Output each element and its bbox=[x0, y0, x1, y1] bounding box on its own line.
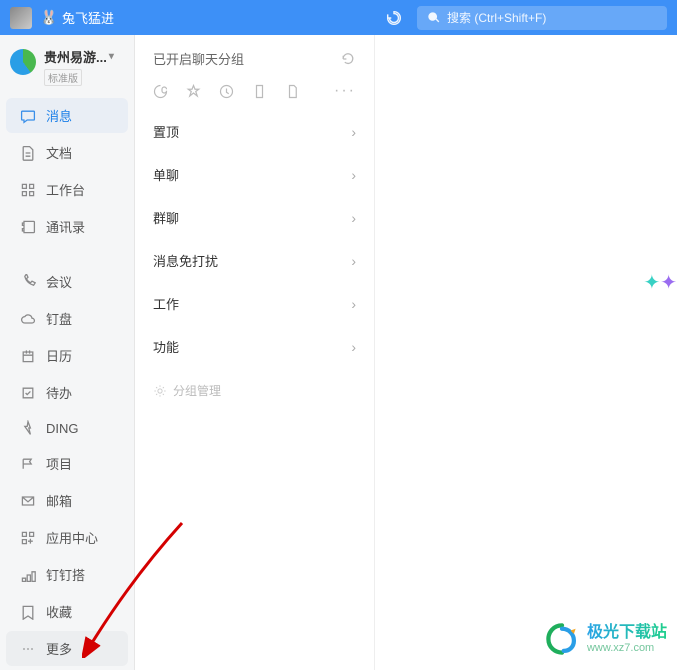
message-icon bbox=[20, 108, 36, 124]
cloud-icon bbox=[20, 311, 36, 327]
sidebar-item-label: 文档 bbox=[46, 143, 72, 162]
sidebar-item-label: 工作台 bbox=[46, 180, 85, 199]
mobile-icon[interactable] bbox=[252, 84, 267, 99]
watermark-url: www.xz7.com bbox=[587, 642, 667, 655]
group-manage-label: 分组管理 bbox=[173, 382, 221, 399]
fav-icon bbox=[20, 604, 36, 620]
category-item[interactable]: 功能 › bbox=[135, 325, 374, 368]
sidebar-item-label: 待办 bbox=[46, 383, 72, 402]
sidebar-item-cloud[interactable]: 钉盘 bbox=[6, 301, 128, 336]
grid-icon bbox=[20, 182, 36, 198]
chevron-right-icon: › bbox=[351, 124, 356, 140]
category-label: 消息免打扰 bbox=[153, 251, 218, 270]
build-icon bbox=[20, 567, 36, 583]
category-item[interactable]: 消息免打扰 › bbox=[135, 239, 374, 282]
category-label: 置顶 bbox=[153, 122, 179, 141]
ding-icon bbox=[20, 420, 36, 436]
mail-icon bbox=[20, 493, 36, 509]
apps-icon bbox=[20, 530, 36, 546]
sidebar-item-contacts[interactable]: 通讯录 bbox=[6, 209, 128, 244]
sidebar-item-message[interactable]: 消息 bbox=[6, 98, 128, 133]
sparkle-icon: ✦✦ bbox=[643, 270, 677, 295]
sidebar-item-apps[interactable]: 应用中心 bbox=[6, 520, 128, 555]
sidebar-item-doc[interactable]: 文档 bbox=[6, 135, 128, 170]
category-label: 单聊 bbox=[153, 165, 179, 184]
sidebar-item-label: 会议 bbox=[46, 272, 72, 291]
category-item[interactable]: 置顶 › bbox=[135, 110, 374, 153]
titlebar: 🐰 兔飞猛进 搜索 (Ctrl+Shift+F) bbox=[0, 0, 677, 35]
chat-group-panel: 已开启聊天分组 ··· 置顶 › 单聊 › 群聊 › 消息免打扰 › 工作 › 功能 › 分组管理 bbox=[135, 35, 375, 670]
chevron-down-icon: ▾ bbox=[109, 51, 114, 62]
sidebar: 贵州易游... ▾ 标准版 消息文档工作台通讯录 会议钉盘日历待办 DING 项目邮… bbox=[0, 35, 135, 670]
doc-icon bbox=[20, 145, 36, 161]
window-title: 兔飞猛进 bbox=[62, 8, 114, 27]
history-icon[interactable] bbox=[385, 9, 403, 27]
at-icon[interactable] bbox=[153, 84, 168, 99]
sidebar-item-label: 收藏 bbox=[46, 602, 72, 621]
category-label: 工作 bbox=[153, 294, 179, 313]
search-icon bbox=[427, 11, 441, 25]
watermark-logo-icon bbox=[545, 622, 579, 656]
watermark: 极光下载站 www.xz7.com bbox=[545, 622, 667, 656]
sidebar-item-phone[interactable]: 会议 bbox=[6, 264, 128, 299]
project-icon bbox=[20, 456, 36, 472]
sidebar-item-more[interactable]: 更多 bbox=[6, 631, 128, 666]
sidebar-item-project[interactable]: 项目 bbox=[6, 446, 128, 481]
avatar[interactable] bbox=[10, 7, 32, 29]
org-name: 贵州易游... bbox=[44, 47, 107, 66]
chevron-right-icon: › bbox=[351, 167, 356, 183]
star-icon[interactable] bbox=[186, 84, 201, 99]
sidebar-item-label: 邮箱 bbox=[46, 491, 72, 510]
sidebar-item-grid[interactable]: 工作台 bbox=[6, 172, 128, 207]
sidebar-item-label: 消息 bbox=[46, 106, 72, 125]
sidebar-item-label: 通讯录 bbox=[46, 217, 85, 236]
sidebar-item-label: 日历 bbox=[46, 346, 72, 365]
sidebar-item-build[interactable]: 钉钉搭 bbox=[6, 557, 128, 592]
chevron-right-icon: › bbox=[351, 210, 356, 226]
sidebar-item-label: DING bbox=[46, 421, 79, 436]
category-item[interactable]: 工作 › bbox=[135, 282, 374, 325]
rabbit-icon: 🐰 bbox=[40, 9, 58, 27]
category-item[interactable]: 群聊 › bbox=[135, 196, 374, 239]
sidebar-item-fav[interactable]: 收藏 bbox=[6, 594, 128, 629]
category-label: 功能 bbox=[153, 337, 179, 356]
calendar-icon bbox=[20, 348, 36, 364]
category-label: 群聊 bbox=[153, 208, 179, 227]
sidebar-item-mail[interactable]: 邮箱 bbox=[6, 483, 128, 518]
chevron-right-icon: › bbox=[351, 253, 356, 269]
clock-icon[interactable] bbox=[219, 84, 234, 99]
search-placeholder: 搜索 (Ctrl+Shift+F) bbox=[447, 9, 546, 26]
watermark-name: 极光下载站 bbox=[587, 623, 667, 642]
group-manage-button[interactable]: 分组管理 bbox=[135, 368, 374, 413]
panel-header: 已开启聊天分组 bbox=[153, 49, 244, 68]
category-item[interactable]: 单聊 › bbox=[135, 153, 374, 196]
gear-icon bbox=[153, 384, 167, 398]
sidebar-item-label: 更多 bbox=[46, 639, 72, 658]
todo-icon bbox=[20, 385, 36, 401]
chevron-right-icon: › bbox=[351, 296, 356, 312]
org-selector[interactable]: 贵州易游... ▾ 标准版 bbox=[0, 43, 134, 97]
sidebar-item-label: 钉盘 bbox=[46, 309, 72, 328]
sidebar-item-label: 项目 bbox=[46, 454, 72, 473]
sidebar-item-calendar[interactable]: 日历 bbox=[6, 338, 128, 373]
more-icon bbox=[20, 641, 36, 657]
phone-icon bbox=[20, 274, 36, 290]
contacts-icon bbox=[20, 219, 36, 235]
sidebar-item-todo[interactable]: 待办 bbox=[6, 375, 128, 410]
org-badge: 标准版 bbox=[44, 69, 82, 86]
content-area: ✦✦ bbox=[375, 35, 677, 670]
sidebar-item-label: 钉钉搭 bbox=[46, 565, 85, 584]
filter-row: ··· bbox=[135, 78, 374, 110]
sidebar-item-label: 应用中心 bbox=[46, 528, 98, 547]
chevron-right-icon: › bbox=[351, 339, 356, 355]
search-input[interactable]: 搜索 (Ctrl+Shift+F) bbox=[417, 6, 667, 30]
refresh-icon[interactable] bbox=[340, 51, 356, 67]
more-icon[interactable]: ··· bbox=[334, 82, 356, 100]
sidebar-item-ding[interactable]: DING bbox=[6, 412, 128, 444]
file-icon[interactable] bbox=[285, 84, 300, 99]
org-logo-icon bbox=[10, 49, 36, 75]
